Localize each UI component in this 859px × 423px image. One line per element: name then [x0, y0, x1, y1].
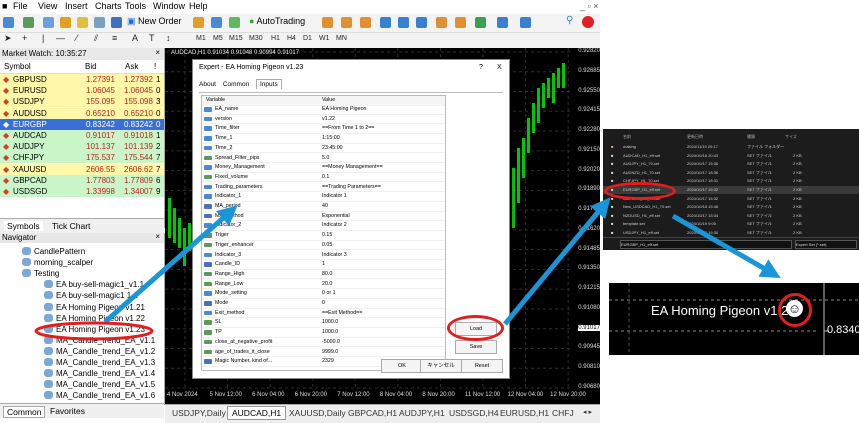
arrow-to-zoom [671, 213, 781, 278]
arrow-to-dialog [103, 205, 238, 324]
navigator-highlight-ring [34, 321, 154, 341]
annotation-overlay [34, 197, 781, 341]
arrow-to-explorer [503, 197, 611, 326]
